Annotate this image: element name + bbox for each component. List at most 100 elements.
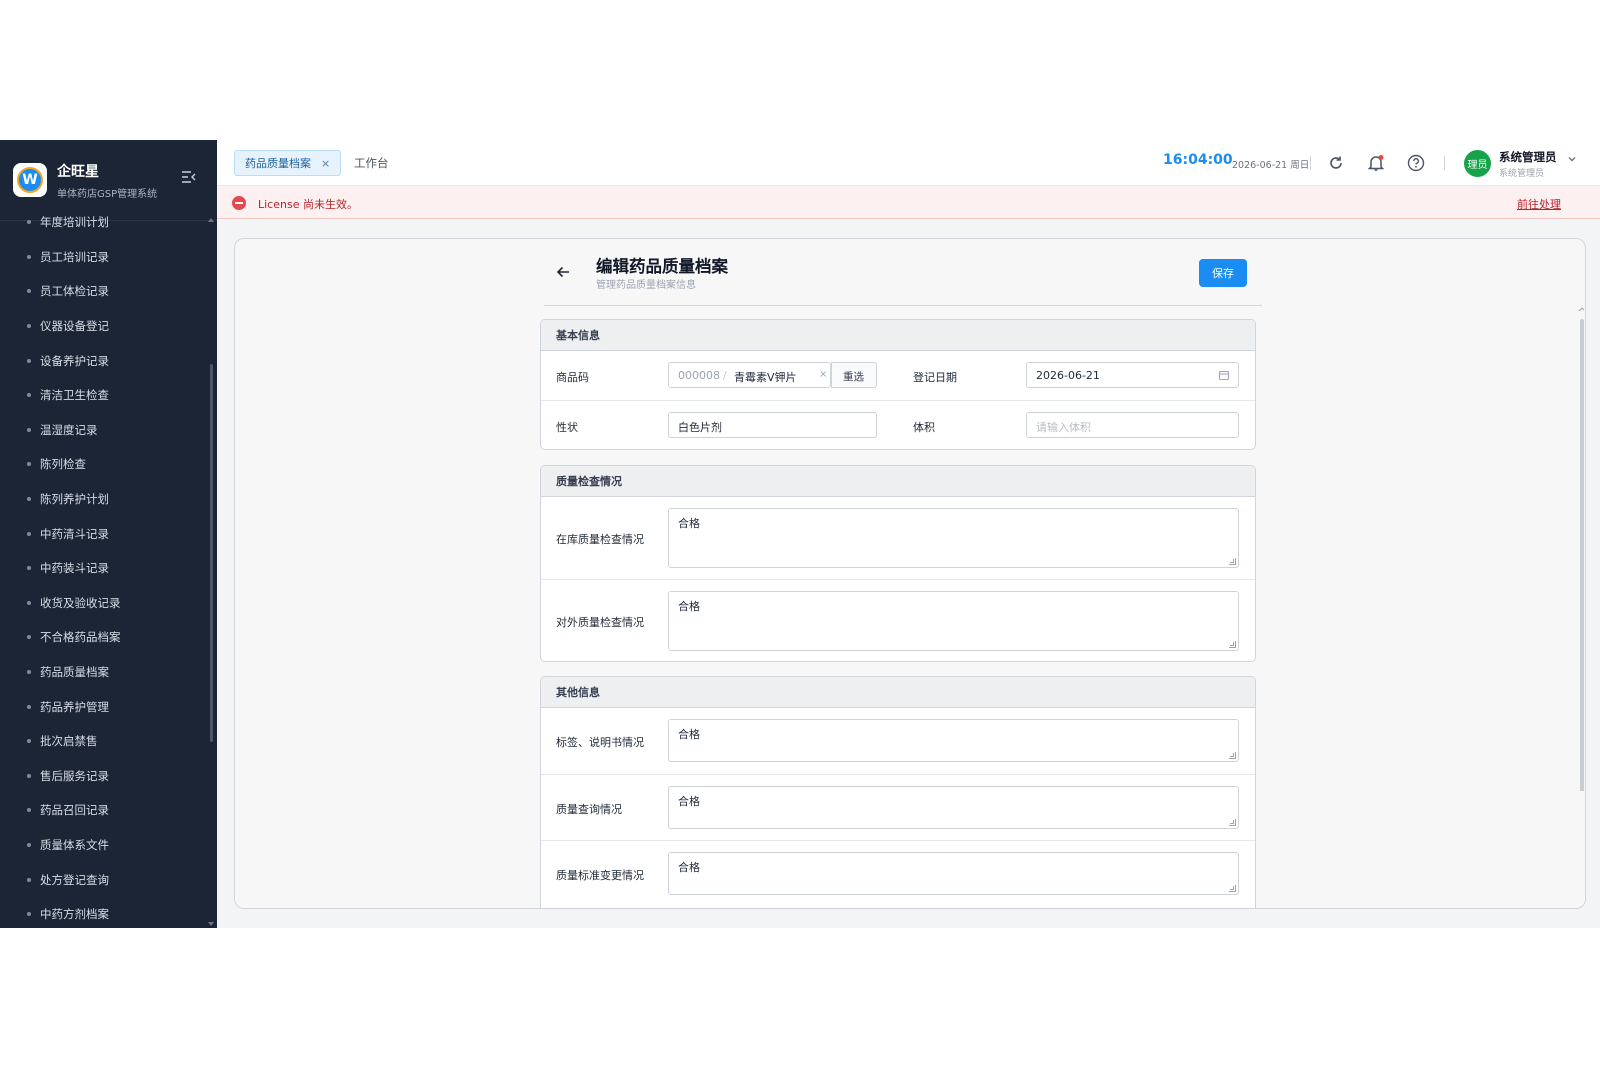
license-action-link[interactable]: 前往处理 (1517, 196, 1561, 212)
divider (1444, 156, 1445, 170)
resize-handle-icon[interactable] (1229, 819, 1236, 826)
sidebar-item[interactable]: 中药装斗记录 (0, 551, 209, 586)
volume-input[interactable]: 请输入体积 (1026, 412, 1239, 438)
sidebar-item[interactable]: 员工培训记录 (0, 240, 209, 275)
help-icon[interactable] (1405, 152, 1427, 174)
sidebar-item[interactable]: 年度培训计划 (0, 205, 209, 240)
sidebar-item-label: 收货及验收记录 (40, 595, 121, 610)
sidebar-item[interactable]: 中药方剂档案 (0, 897, 209, 928)
avatar[interactable]: 理员 (1464, 150, 1491, 177)
quality-inquiry-label: 质量查询情况 (556, 803, 622, 816)
product-code-label: 商品码 (556, 371, 589, 384)
label-manual-value: 合格 (678, 728, 700, 741)
resize-handle-icon[interactable] (1229, 752, 1236, 759)
section-title: 其他信息 (541, 677, 1255, 708)
other-info-section: 其他信息 标签、说明书情况 合格 质量查询情况 合格 质量标准变更情况 合格 (540, 676, 1256, 908)
resize-handle-icon[interactable] (1229, 558, 1236, 565)
bullet-icon (27, 324, 31, 329)
bullet-icon (27, 704, 31, 709)
sidebar-item[interactable]: 不合格药品档案 (0, 620, 209, 655)
sidebar-item-label: 药品质量档案 (40, 665, 109, 680)
sidebar-item[interactable]: 设备养护记录 (0, 343, 209, 378)
bullet-icon (27, 462, 31, 467)
scroll-up-arrow-icon[interactable] (208, 218, 214, 222)
clear-icon[interactable]: × (819, 369, 827, 380)
sidebar-item[interactable]: 批次启禁售 (0, 724, 209, 759)
sidebar-item[interactable]: 陈列养护计划 (0, 482, 209, 517)
save-button[interactable]: 保存 (1199, 259, 1247, 287)
sidebar-item-label: 药品养护管理 (40, 699, 109, 714)
appearance-input[interactable]: 白色片剂 (668, 412, 877, 438)
scroll-down-arrow-icon[interactable] (208, 922, 214, 926)
sidebar-item[interactable]: 中药清斗记录 (0, 516, 209, 551)
sidebar-menu: 年度培训计划 员工培训记录 员工体检记录 仪器设备登记 设备养护记录清洁卫生检查 温湿度记… (0, 205, 209, 928)
sidebar-item[interactable]: 药品质量档案 (0, 655, 209, 690)
standard-change-textarea[interactable]: 合格 (668, 852, 1239, 895)
license-alert: License 尚未生效。 前往处理 (217, 187, 1600, 219)
sidebar-item[interactable]: 员工体检记录 (0, 274, 209, 309)
brand-logo-icon: W (17, 167, 43, 193)
sidebar-item-label: 陈列养护计划 (40, 492, 109, 507)
calendar-icon (1219, 370, 1229, 383)
sidebar-item-label: 员工培训记录 (40, 249, 109, 264)
sidebar-item[interactable]: 售后服务记录 (0, 759, 209, 794)
page-subtitle: 管理药品质量档案信息 (596, 280, 696, 291)
form-row: 商品码 000008 / 青霉素V钾片 × 重选 登记日期 2026-06-21 (541, 351, 1255, 401)
sidebar-item-label: 中药方剂档案 (40, 907, 109, 922)
label-manual-label: 标签、说明书情况 (556, 736, 644, 749)
reg-date-picker[interactable]: 2026-06-21 (1026, 362, 1239, 388)
form-row: 质量标准变更情况 合格 (541, 841, 1255, 907)
sidebar-item-label: 设备养护记录 (40, 353, 109, 368)
edit-form: 编辑药品质量档案 管理药品质量档案信息 保存 基本信息 商品码 000008 /… (540, 239, 1262, 908)
sidebar-item[interactable]: 陈列检查 (0, 447, 209, 482)
app-shell: W 企旺星 单体药店GSP管理系统 年度培训计划 员工培训记录 员工体检记录 仪器设备… (0, 140, 1600, 928)
sidebar-item-label: 年度培训计划 (40, 215, 109, 230)
resize-handle-icon[interactable] (1229, 885, 1236, 892)
notification-bell-icon[interactable] (1365, 152, 1387, 174)
user-name[interactable]: 系统管理员 (1499, 149, 1557, 165)
chevron-down-icon[interactable] (1567, 154, 1577, 167)
tab-workbench[interactable]: 工作台 (354, 155, 389, 171)
basic-info-section: 基本信息 商品码 000008 / 青霉素V钾片 × 重选 登记日期 2026-… (540, 319, 1256, 450)
quality-inquiry-value: 合格 (678, 795, 700, 808)
bullet-icon (27, 566, 31, 571)
sidebar-item[interactable]: 收货及验收记录 (0, 586, 209, 621)
sidebar-item-label: 员工体检记录 (40, 284, 109, 299)
reg-date-label: 登记日期 (913, 371, 957, 384)
quality-inquiry-textarea[interactable]: 合格 (668, 786, 1239, 829)
product-selector[interactable]: 000008 / 青霉素V钾片 × (668, 362, 831, 388)
product-name: 青霉素V钾片 (734, 371, 797, 384)
collapse-sidebar-icon[interactable] (181, 171, 197, 187)
sidebar-item-label: 不合格药品档案 (40, 630, 121, 645)
back-arrow-icon[interactable] (556, 264, 570, 283)
sidebar-scrollbar[interactable] (210, 364, 213, 742)
error-icon (232, 196, 246, 210)
resize-handle-icon[interactable] (1229, 641, 1236, 648)
sidebar-item-label: 药品召回记录 (40, 803, 109, 818)
sidebar-item[interactable]: 药品召回记录 (0, 793, 209, 828)
reselect-button[interactable]: 重选 (831, 362, 877, 388)
divider (1310, 156, 1311, 170)
sidebar-item-label: 中药装斗记录 (40, 561, 109, 576)
refresh-icon[interactable] (1325, 152, 1347, 174)
product-code: 000008 (678, 369, 720, 382)
external-check-textarea[interactable]: 合格 (668, 591, 1239, 651)
quality-check-section: 质量检查情况 在库质量检查情况 合格 对外质量检查情况 合格 (540, 465, 1256, 662)
sidebar-item[interactable]: 药品养护管理 (0, 689, 209, 724)
form-row: 质量查询情况 合格 (541, 775, 1255, 841)
sidebar-item-label: 仪器设备登记 (40, 319, 109, 334)
sidebar-item[interactable]: 仪器设备登记 (0, 309, 209, 344)
sidebar-item[interactable]: 质量体系文件 (0, 828, 209, 863)
form-row: 标签、说明书情况 合格 (541, 708, 1255, 775)
bullet-icon (27, 877, 31, 882)
tab-drug-quality-archive[interactable]: 药品质量档案 × (234, 150, 342, 176)
sidebar-item[interactable]: 处方登记查询 (0, 862, 209, 897)
bullet-icon (27, 842, 31, 847)
tab-close-icon[interactable]: × (321, 157, 330, 170)
label-manual-textarea[interactable]: 合格 (668, 719, 1239, 762)
stock-check-textarea[interactable]: 合格 (668, 508, 1239, 568)
sidebar-item[interactable]: 温湿度记录 (0, 413, 209, 448)
content-scrollbar[interactable] (1578, 305, 1584, 791)
sidebar-item[interactable]: 清洁卫生检查 (0, 378, 209, 413)
page-title: 编辑药品质量档案 (596, 257, 728, 276)
